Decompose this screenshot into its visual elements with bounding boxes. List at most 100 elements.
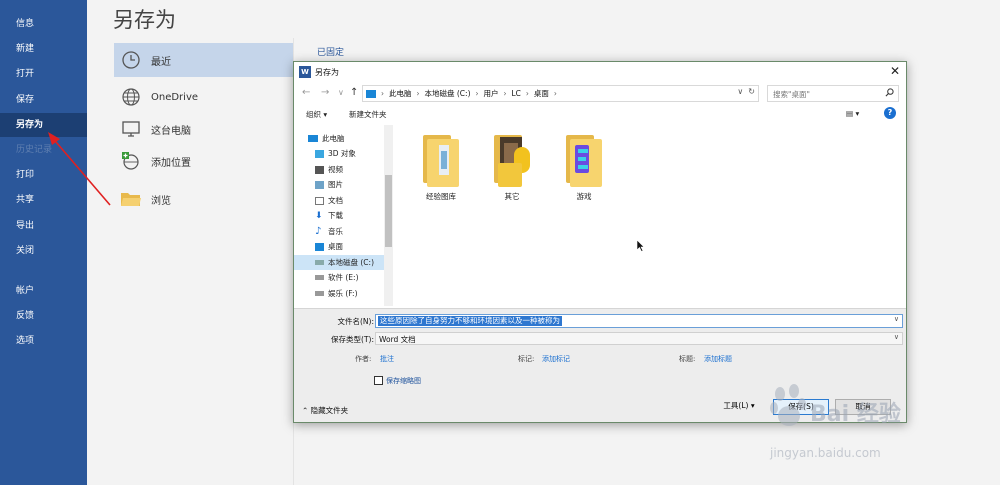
help-icon[interactable]: ? — [884, 107, 896, 119]
sidebar-item-export[interactable]: 导出 — [0, 214, 87, 238]
pinned-label: 已固定 — [317, 48, 345, 58]
search-icon — [885, 88, 894, 99]
watermark-brand: Bai 经验 — [810, 402, 901, 427]
sidebar-item-new[interactable]: 新建 — [0, 37, 87, 61]
address-bar[interactable]: › 此电脑 › 本地磁盘 (C:) › 用户 › LC › 桌面 › ∨ ↻ — [362, 85, 759, 102]
location-label: 最近 — [151, 56, 171, 68]
tree-item-label: 软件 (E:) — [328, 273, 359, 282]
tools-menu[interactable]: 工具(L) ▾ — [712, 399, 766, 415]
close-icon[interactable]: ✕ — [890, 64, 900, 78]
drive-icon — [315, 260, 324, 265]
documents-icon — [315, 196, 324, 205]
tree-item-local-disk-c[interactable]: 本地磁盘 (C:) — [294, 255, 384, 270]
add-tags-link[interactable]: 添加标记 — [542, 354, 570, 364]
view-options-icon[interactable]: ▤ ▾ — [846, 109, 859, 118]
filetype-value: Word 文档 — [379, 335, 416, 344]
forward-arrow-icon[interactable]: → — [321, 87, 329, 98]
back-arrow-icon[interactable]: ← — [302, 87, 310, 98]
computer-icon — [366, 89, 376, 98]
tree-item-label: 图片 — [328, 180, 343, 189]
sidebar-item-options[interactable]: 选项 — [0, 329, 87, 353]
filename-input[interactable]: 这些原因除了自身努力不够和环境因素以及一种被称为 ∨ — [375, 314, 903, 328]
recent-locations-icon[interactable]: ∨ — [338, 88, 344, 97]
mouse-cursor-icon — [636, 239, 645, 255]
save-as-dialog: W 另存为 ✕ ← → ∨ ↑ › 此电脑 › 本地磁盘 (C:) › 用户 ›… — [293, 61, 907, 423]
up-arrow-icon[interactable]: ↑ — [350, 87, 358, 98]
folder-icon — [419, 133, 463, 187]
folder-icon — [562, 133, 606, 187]
baidu-watermark: Bai 经验 jingyan.baidu.com — [770, 378, 985, 468]
location-onedrive[interactable]: OneDrive — [114, 80, 293, 114]
sidebar-item-feedback[interactable]: 反馈 — [0, 304, 87, 328]
sidebar-item-info[interactable]: 信息 — [0, 12, 87, 36]
title-label: 标题: — [679, 355, 696, 363]
drive-icon — [315, 275, 324, 280]
tree-item-label: 桌面 — [328, 242, 343, 251]
scrollbar-thumb[interactable] — [385, 175, 392, 247]
filename-label: 文件名(N): — [337, 317, 375, 326]
breadcrumb-item[interactable]: 本地磁盘 (C:) — [425, 88, 471, 99]
desktop-icon — [315, 242, 324, 251]
organize-menu[interactable]: 组织 ▾ — [306, 109, 327, 120]
tree-scrollbar[interactable] — [384, 125, 393, 306]
folder-icon — [490, 133, 534, 187]
word-icon: W — [299, 66, 311, 78]
location-add-place[interactable]: 添加位置 — [114, 144, 293, 178]
hide-folders-label: 隐藏文件夹 — [310, 406, 349, 415]
location-recent[interactable]: 最近 — [114, 43, 293, 77]
tree-item-label: 本地磁盘 (C:) — [328, 258, 374, 267]
navigation-tree: 此电脑 3D 对象 视频 图片 文档 ⬇ 下载 ♪ 音乐 桌面 本地磁盘 (C:… — [294, 125, 394, 306]
tree-item-label: 3D 对象 — [328, 149, 356, 158]
baidu-paw-icon — [770, 384, 806, 426]
breadcrumb-item[interactable]: 用户 — [484, 88, 499, 99]
video-icon — [315, 165, 324, 174]
location-this-pc[interactable]: 这台电脑 — [114, 112, 293, 146]
author-value[interactable]: 批注 — [380, 354, 394, 364]
sidebar-item-save-as[interactable]: 另存为 — [0, 113, 87, 137]
file-item-folder[interactable]: 经验图库 — [406, 133, 476, 202]
backstage-sidebar: 信息 新建 打开 保存 另存为 历史记录 打印 共享 导出 关闭 帐户 反馈 选… — [0, 0, 87, 485]
chevron-down-icon[interactable]: ∨ — [894, 315, 899, 323]
save-thumbnail-checkbox[interactable] — [374, 376, 383, 385]
sidebar-item-save[interactable]: 保存 — [0, 88, 87, 112]
location-label: 这台电脑 — [151, 125, 191, 137]
chevron-down-icon[interactable]: ∨ — [737, 87, 743, 96]
folder-icon — [119, 187, 143, 211]
tree-item-label: 视频 — [328, 165, 343, 174]
add-title-link[interactable]: 添加标题 — [704, 354, 732, 364]
file-item-folder[interactable]: 游戏 — [549, 133, 619, 202]
search-placeholder: 搜索"桌面" — [773, 90, 810, 99]
location-browse[interactable]: 浏览 — [114, 182, 293, 216]
breadcrumb-item[interactable]: LC — [512, 89, 521, 98]
computer-icon — [308, 135, 318, 142]
save-thumbnail-label[interactable]: 保存缩略图 — [386, 376, 421, 386]
chevron-down-icon[interactable]: ∨ — [894, 333, 899, 341]
hide-folders-toggle[interactable]: ⌃ 隐藏文件夹 — [302, 405, 348, 416]
sidebar-item-share[interactable]: 共享 — [0, 188, 87, 212]
breadcrumb-item[interactable]: 此电脑 — [389, 88, 412, 99]
refresh-icon[interactable]: ↻ — [748, 87, 755, 96]
file-item-folder[interactable]: 其它 — [477, 133, 547, 202]
new-folder-button[interactable]: 新建文件夹 — [349, 109, 387, 120]
sidebar-item-history: 历史记录 — [16, 145, 53, 155]
file-list: 经验图库 其它 游戏 — [394, 125, 906, 306]
filetype-select[interactable]: Word 文档 ∨ — [375, 332, 903, 345]
tree-item-label: 音乐 — [328, 227, 343, 236]
tags-label: 标记: — [518, 355, 535, 363]
add-location-icon — [119, 149, 143, 173]
sidebar-item-close[interactable]: 关闭 — [0, 239, 87, 263]
breadcrumb-item[interactable]: 桌面 — [534, 88, 549, 99]
sidebar-item-open[interactable]: 打开 — [0, 62, 87, 86]
filetype-label: 保存类型(T): — [331, 335, 374, 344]
search-input[interactable]: 搜索"桌面" — [767, 85, 899, 102]
location-label: OneDrive — [151, 91, 199, 103]
pictures-icon — [315, 180, 324, 189]
tree-item-label: 下载 — [328, 211, 343, 220]
sidebar-item-print[interactable]: 打印 — [0, 163, 87, 187]
download-icon: ⬇ — [315, 210, 323, 221]
dialog-titlebar[interactable]: W 另存为 ✕ — [294, 62, 906, 82]
filename-value: 这些原因除了自身努力不够和环境因素以及一种被称为 — [378, 316, 562, 326]
music-icon: ♪ — [315, 225, 322, 237]
file-name: 游戏 — [576, 192, 592, 201]
sidebar-item-account[interactable]: 帐户 — [0, 279, 87, 303]
